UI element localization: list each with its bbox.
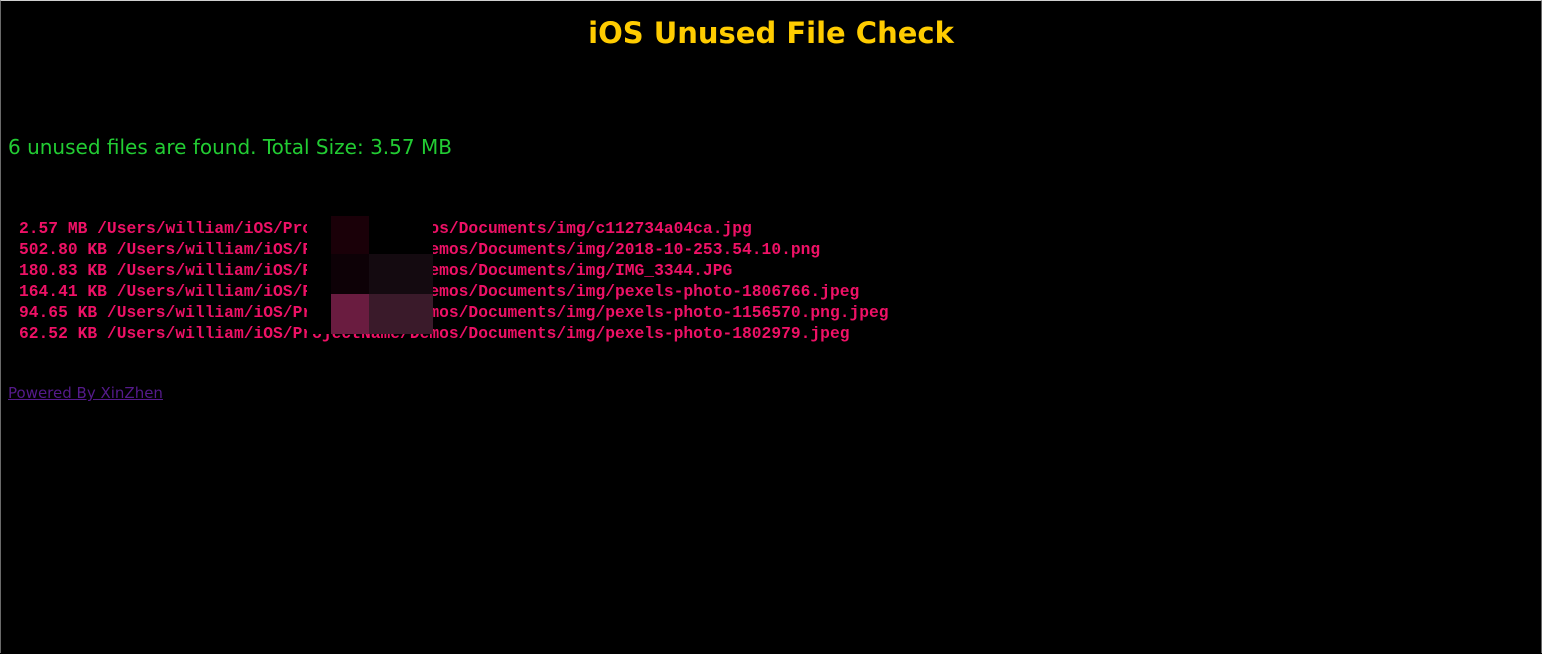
- page-title: iOS Unused File Check: [588, 16, 954, 50]
- file-row: 180.83 KB /Users/william/iOS/ProjectName…: [19, 261, 733, 280]
- file-row: 502.80 KB /Users/william/iOS/ProjectName…: [19, 240, 821, 259]
- file-row: 94.65 KB /Users/william/iOS/ProjectName/…: [19, 303, 889, 322]
- file-row: 2.57 MB /Users/william/iOS/ProjectName/D…: [19, 219, 752, 238]
- file-row: 62.52 KB /Users/william/iOS/ProjectName/…: [19, 324, 850, 343]
- summary-text: 6 unused files are found. Total Size: 3.…: [8, 135, 452, 159]
- page-frame: iOS Unused File Check 6 unused files are…: [0, 0, 1542, 653]
- unused-file-list: 2.57 MB /Users/william/iOS/ProjectName/D…: [19, 218, 889, 344]
- powered-by-link[interactable]: Powered By XinZhen: [8, 384, 163, 402]
- file-row: 164.41 KB /Users/william/iOS/ProjectName…: [19, 282, 860, 301]
